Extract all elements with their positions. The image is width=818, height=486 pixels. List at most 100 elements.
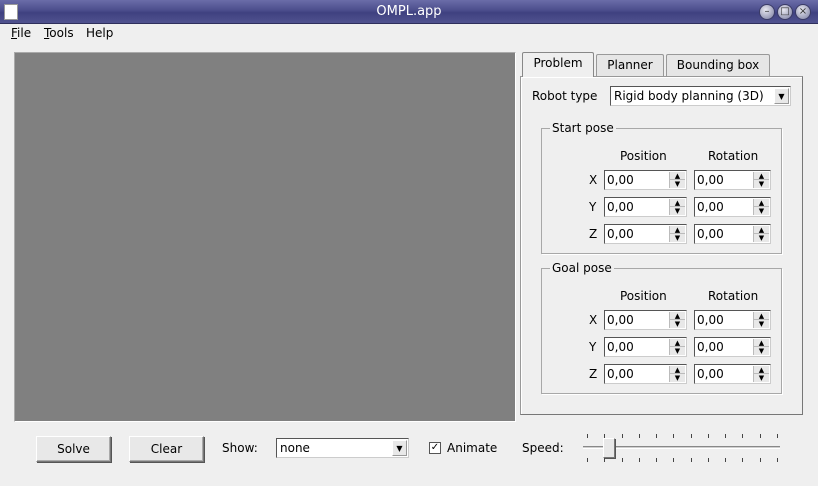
start-x-rotation-spinbox[interactable]: 0,00 ▲ ▼ (694, 170, 771, 190)
goal-z-position-spinbox[interactable]: 0,00 ▲ ▼ (604, 364, 687, 384)
goal-z-rotation-value: 0,00 (697, 367, 724, 381)
spin-buttons[interactable]: ▲ ▼ (753, 199, 769, 215)
goal-x-position-spinbox[interactable]: 0,00 ▲ ▼ (604, 310, 687, 330)
start-z-position-spinbox[interactable]: 0,00 ▲ ▼ (604, 224, 687, 244)
maximize-icon: □ (780, 6, 790, 17)
start-pose-title: Start pose (550, 121, 616, 135)
slider-tick (691, 434, 692, 438)
menu-tools[interactable]: Tools (44, 26, 74, 40)
spin-buttons[interactable]: ▲ ▼ (753, 172, 769, 188)
spin-down-icon[interactable]: ▼ (754, 180, 769, 188)
spin-up-icon[interactable]: ▲ (754, 312, 769, 320)
spin-up-icon[interactable]: ▲ (754, 199, 769, 207)
spin-down-icon[interactable]: ▼ (670, 234, 685, 242)
slider-tick (587, 458, 588, 462)
maximize-button[interactable]: □ (777, 4, 793, 20)
spin-buttons[interactable]: ▲ ▼ (669, 312, 685, 328)
spin-down-icon[interactable]: ▼ (754, 234, 769, 242)
spin-buttons[interactable]: ▲ ▼ (669, 339, 685, 355)
start-y-position-value: 0,00 (607, 200, 634, 214)
spin-up-icon[interactable]: ▲ (670, 312, 685, 320)
menu-help[interactable]: Help (86, 26, 113, 40)
spin-up-icon[interactable]: ▲ (754, 172, 769, 180)
spin-down-icon[interactable]: ▼ (670, 347, 685, 355)
spin-down-icon[interactable]: ▼ (754, 207, 769, 215)
tab-bounding-box[interactable]: Bounding box (666, 54, 770, 76)
goal-rotation-header: Rotation (708, 289, 759, 303)
spin-buttons[interactable]: ▲ ▼ (753, 339, 769, 355)
chevron-down-icon[interactable]: ▼ (774, 88, 789, 104)
goal-y-rotation-spinbox[interactable]: 0,00 ▲ ▼ (694, 337, 771, 357)
spin-down-icon[interactable]: ▼ (670, 207, 685, 215)
start-rotation-header: Rotation (708, 149, 759, 163)
goal-pose-group: Goal pose Position Rotation X 0,00 ▲ ▼ 0,… (541, 261, 782, 394)
start-z-label: Z (589, 227, 598, 241)
spin-up-icon[interactable]: ▲ (754, 366, 769, 374)
start-z-rotation-spinbox[interactable]: 0,00 ▲ ▼ (694, 224, 771, 244)
chevron-down-icon[interactable]: ▼ (392, 440, 407, 456)
slider-tick (673, 458, 674, 462)
checkmark-icon: ✓ (430, 442, 440, 453)
start-y-position-spinbox[interactable]: 0,00 ▲ ▼ (604, 197, 687, 217)
spin-up-icon[interactable]: ▲ (670, 339, 685, 347)
spin-buttons[interactable]: ▲ ▼ (669, 366, 685, 382)
slider-tick (673, 434, 674, 438)
close-icon: × (798, 6, 808, 17)
start-pose-group: Start pose Position Rotation X 0,00 ▲ ▼ 0… (541, 121, 782, 254)
robot-type-label: Robot type (532, 89, 598, 103)
title-bar[interactable]: OMPL.app – □ × (0, 0, 818, 24)
slider-tick (777, 434, 778, 438)
speed-slider-handle[interactable] (603, 438, 615, 458)
slider-tick (622, 434, 623, 438)
spin-buttons[interactable]: ▲ ▼ (753, 312, 769, 328)
slider-tick (622, 458, 623, 462)
spin-up-icon[interactable]: ▲ (670, 226, 685, 234)
spin-buttons[interactable]: ▲ ▼ (669, 199, 685, 215)
spin-buttons[interactable]: ▲ ▼ (669, 226, 685, 242)
show-label: Show: (222, 441, 258, 455)
robot-type-value: Rigid body planning (3D) (614, 89, 764, 103)
slider-tick (742, 434, 743, 438)
spin-buttons[interactable]: ▲ ▼ (753, 366, 769, 382)
start-y-rotation-spinbox[interactable]: 0,00 ▲ ▼ (694, 197, 771, 217)
menu-file[interactable]: File (11, 26, 31, 40)
tab-problem[interactable]: Problem (522, 52, 594, 77)
tab-planner[interactable]: Planner (596, 54, 664, 76)
start-x-position-spinbox[interactable]: 0,00 ▲ ▼ (604, 170, 687, 190)
spin-down-icon[interactable]: ▼ (754, 347, 769, 355)
spin-up-icon[interactable]: ▲ (670, 172, 685, 180)
slider-tick (604, 434, 605, 438)
slider-tick (656, 458, 657, 462)
slider-tick (639, 434, 640, 438)
spin-down-icon[interactable]: ▼ (670, 320, 685, 328)
spin-up-icon[interactable]: ▲ (670, 366, 685, 374)
goal-x-position-value: 0,00 (607, 313, 634, 327)
goal-y-position-spinbox[interactable]: 0,00 ▲ ▼ (604, 337, 687, 357)
slider-tick (639, 458, 640, 462)
clear-button[interactable]: Clear (129, 436, 204, 462)
render-viewport[interactable] (14, 52, 516, 422)
window-title: OMPL.app (376, 4, 442, 19)
slider-tick (725, 434, 726, 438)
spin-buttons[interactable]: ▲ ▼ (753, 226, 769, 242)
show-select[interactable]: none ▼ (276, 438, 409, 458)
spin-down-icon[interactable]: ▼ (670, 180, 685, 188)
goal-z-rotation-spinbox[interactable]: 0,00 ▲ ▼ (694, 364, 771, 384)
slider-tick (760, 434, 761, 438)
spin-buttons[interactable]: ▲ ▼ (669, 172, 685, 188)
spin-down-icon[interactable]: ▼ (754, 374, 769, 382)
solve-button[interactable]: Solve (36, 436, 111, 462)
spin-up-icon[interactable]: ▲ (754, 226, 769, 234)
minimize-button[interactable]: – (759, 4, 775, 20)
slider-tick (760, 458, 761, 462)
close-button[interactable]: × (795, 4, 811, 20)
goal-y-position-value: 0,00 (607, 340, 634, 354)
spin-up-icon[interactable]: ▲ (754, 339, 769, 347)
animate-checkbox[interactable]: ✓ (429, 442, 441, 454)
spin-up-icon[interactable]: ▲ (670, 199, 685, 207)
spin-down-icon[interactable]: ▼ (670, 374, 685, 382)
robot-type-select[interactable]: Rigid body planning (3D) ▼ (610, 86, 791, 106)
spin-down-icon[interactable]: ▼ (754, 320, 769, 328)
goal-x-rotation-spinbox[interactable]: 0,00 ▲ ▼ (694, 310, 771, 330)
slider-tick (656, 434, 657, 438)
